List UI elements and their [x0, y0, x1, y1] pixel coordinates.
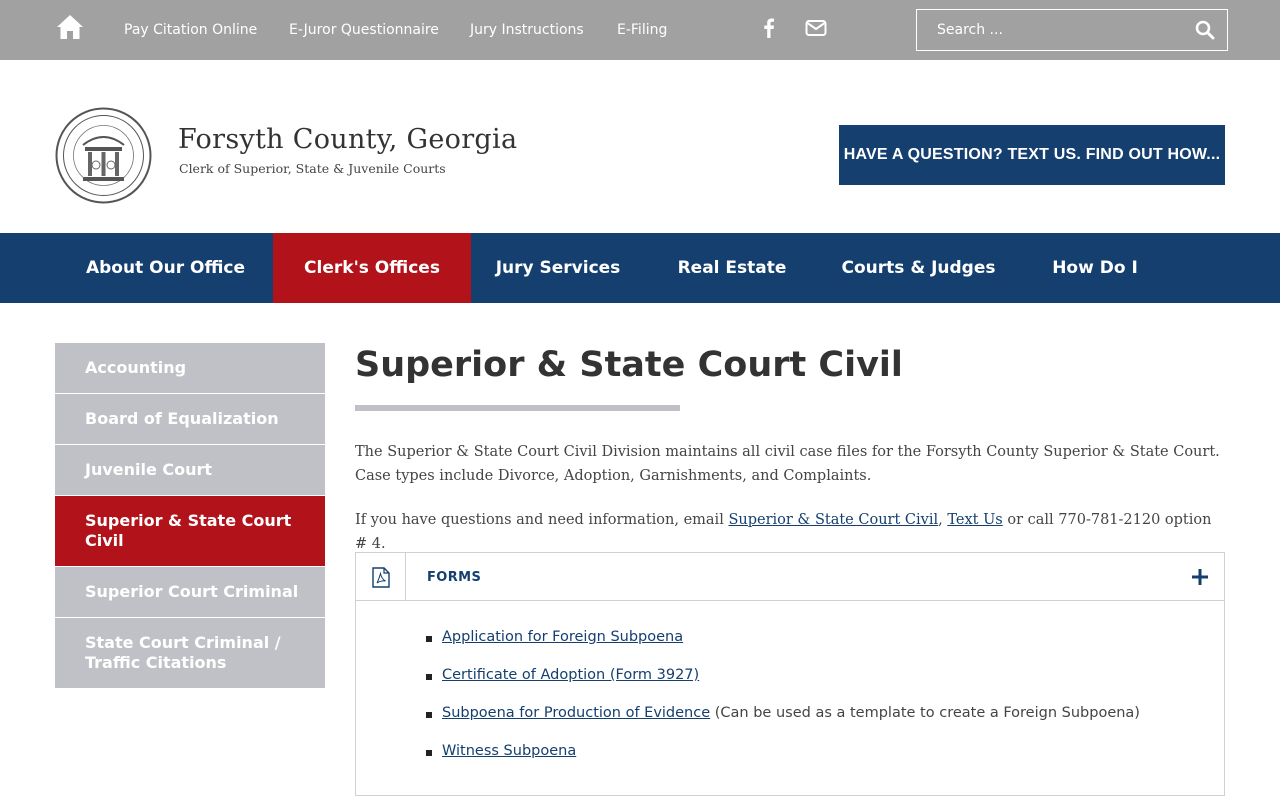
nav-real-estate[interactable]: Real Estate: [645, 233, 819, 303]
sidebar-item-superior-state-court-civil[interactable]: Superior & State Court Civil: [55, 496, 325, 567]
sidebar-item-board-of-equalization[interactable]: Board of Equalization: [55, 394, 325, 445]
certificate-of-adoption-link[interactable]: Certificate of Adoption (Form 3927): [442, 667, 699, 683]
forms-accordion-header[interactable]: FORMS: [356, 553, 1224, 601]
plus-icon[interactable]: [1190, 567, 1210, 587]
pdf-file-icon: [372, 567, 390, 588]
list-item: Subpoena for Production of Evidence (Can…: [426, 705, 1140, 743]
sidebar-item-juvenile-court[interactable]: Juvenile Court: [55, 445, 325, 496]
search-input[interactable]: [917, 10, 1187, 50]
sidebar-menu: Accounting Board of Equalization Juvenil…: [55, 343, 325, 689]
e-filing-link[interactable]: E-Filing: [617, 22, 667, 38]
search-box: [916, 9, 1228, 51]
nav-about-our-office[interactable]: About Our Office: [58, 233, 273, 303]
sidebar-item-accounting[interactable]: Accounting: [55, 343, 325, 394]
nav-jury-services[interactable]: Jury Services: [471, 233, 645, 303]
site-subtitle: Clerk of Superior, State & Juvenile Cour…: [179, 161, 446, 176]
contact-paragraph: If you have questions and need informati…: [355, 508, 1225, 556]
subpoena-note: (Can be used as a template to create a F…: [710, 705, 1140, 721]
sidebar-item-superior-court-criminal[interactable]: Superior Court Criminal: [55, 567, 325, 618]
home-icon[interactable]: [56, 14, 84, 40]
title-divider: [355, 405, 680, 411]
nav-clerks-offices[interactable]: Clerk's Offices: [273, 233, 471, 303]
email-civil-link[interactable]: Superior & State Court Civil: [728, 512, 938, 528]
contact-prefix: If you have questions and need informati…: [355, 512, 729, 528]
forms-accordion-title: FORMS: [427, 570, 482, 585]
forms-accordion: FORMS Application for Foreign Subpoena C…: [355, 552, 1225, 796]
jury-instructions-link[interactable]: Jury Instructions: [470, 22, 584, 38]
pdf-icon-cell: [356, 553, 406, 600]
envelope-icon[interactable]: [804, 16, 828, 40]
main-navigation: About Our Office Clerk's Offices Jury Se…: [0, 233, 1280, 303]
text-us-cta-button[interactable]: HAVE A QUESTION? TEXT US. FIND OUT HOW..…: [839, 125, 1225, 185]
subpoena-production-evidence-link[interactable]: Subpoena for Production of Evidence: [442, 705, 710, 721]
facebook-icon[interactable]: [757, 16, 781, 40]
list-item: Certificate of Adoption (Form 3927): [426, 667, 1140, 705]
e-juror-questionnaire-link[interactable]: E-Juror Questionnaire: [289, 22, 439, 38]
contact-comma: ,: [938, 512, 948, 528]
list-item: Witness Subpoena: [426, 743, 1140, 781]
application-foreign-subpoena-link[interactable]: Application for Foreign Subpoena: [442, 629, 683, 645]
witness-subpoena-link[interactable]: Witness Subpoena: [442, 743, 576, 759]
pay-citation-link[interactable]: Pay Citation Online: [124, 22, 257, 38]
site-title[interactable]: Forsyth County, Georgia: [178, 124, 517, 155]
search-icon[interactable]: [1195, 20, 1215, 40]
text-us-link[interactable]: Text Us: [947, 512, 1002, 528]
nav-courts-judges[interactable]: Courts & Judges: [819, 233, 1018, 303]
nav-how-do-i[interactable]: How Do I: [1018, 233, 1172, 303]
list-item: Application for Foreign Subpoena: [426, 629, 1140, 667]
forms-list: Application for Foreign Subpoena Certifi…: [426, 629, 1140, 781]
top-utility-bar: Pay Citation Online E-Juror Questionnair…: [0, 0, 1280, 60]
intro-paragraph: The Superior & State Court Civil Divisio…: [355, 444, 1220, 484]
sidebar-item-state-court-criminal-traffic[interactable]: State Court Criminal / Traffic Citations: [55, 618, 325, 689]
state-seal-icon[interactable]: [55, 107, 152, 204]
page-title: Superior & State Court Civil: [355, 345, 903, 385]
